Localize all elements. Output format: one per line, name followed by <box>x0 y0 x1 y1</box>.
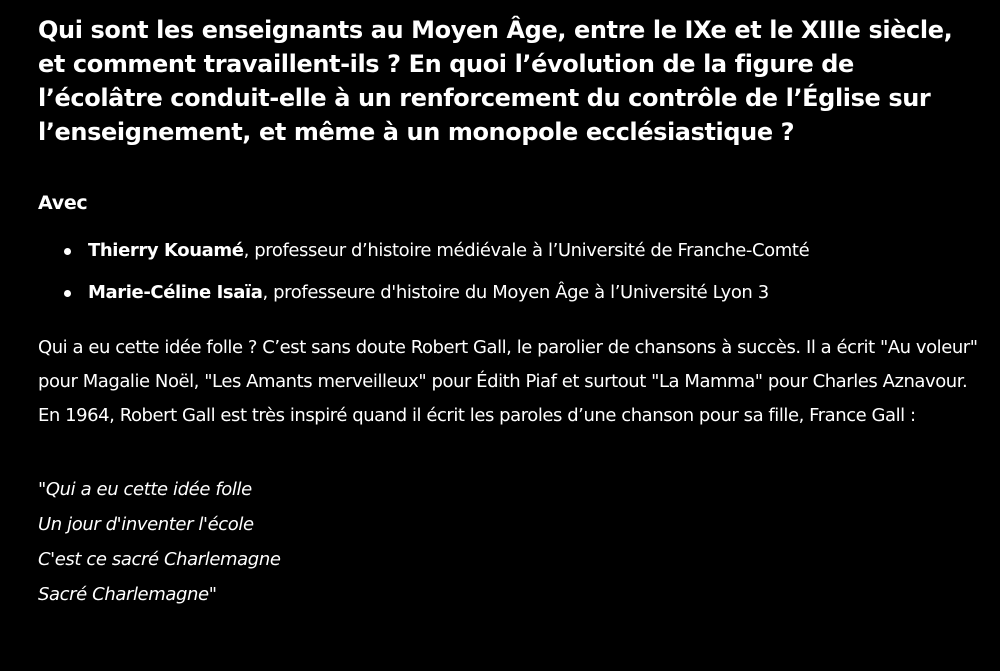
quote-line: Un jour d'inventer l'école <box>38 514 254 535</box>
guest-item: Thierry Kouamé, professeur d’histoire mé… <box>64 236 978 266</box>
quote-line: "Qui a eu cette idée folle <box>38 479 252 500</box>
guests-label: Avec <box>38 192 88 214</box>
guest-list: Thierry Kouamé, professeur d’histoire mé… <box>38 236 978 308</box>
guest-role: , professeur d’histoire médiévale à l’Un… <box>243 240 810 261</box>
bullet-icon <box>64 248 71 255</box>
song-quote: "Qui a eu cette idée folle Un jour d'inv… <box>38 472 978 612</box>
bullet-icon <box>64 290 71 297</box>
guest-item: Marie-Céline Isaïa, professeure d'histoi… <box>64 278 978 308</box>
intro-paragraph: Qui a eu cette idée folle ? C’est sans d… <box>38 337 978 426</box>
guest-name-link[interactable]: Thierry Kouamé <box>88 240 244 261</box>
guest-name-link[interactable]: Marie-Céline Isaïa <box>88 282 263 303</box>
article-heading: Qui sont les enseignants au Moyen Âge, e… <box>38 16 953 146</box>
quote-line: C'est ce sacré Charlemagne <box>38 549 281 570</box>
quote-line: Sacré Charlemagne" <box>38 584 217 605</box>
guest-role: , professeure d'histoire du Moyen Âge à … <box>262 282 770 303</box>
article-content: Qui sont les enseignants au Moyen Âge, e… <box>38 0 978 612</box>
